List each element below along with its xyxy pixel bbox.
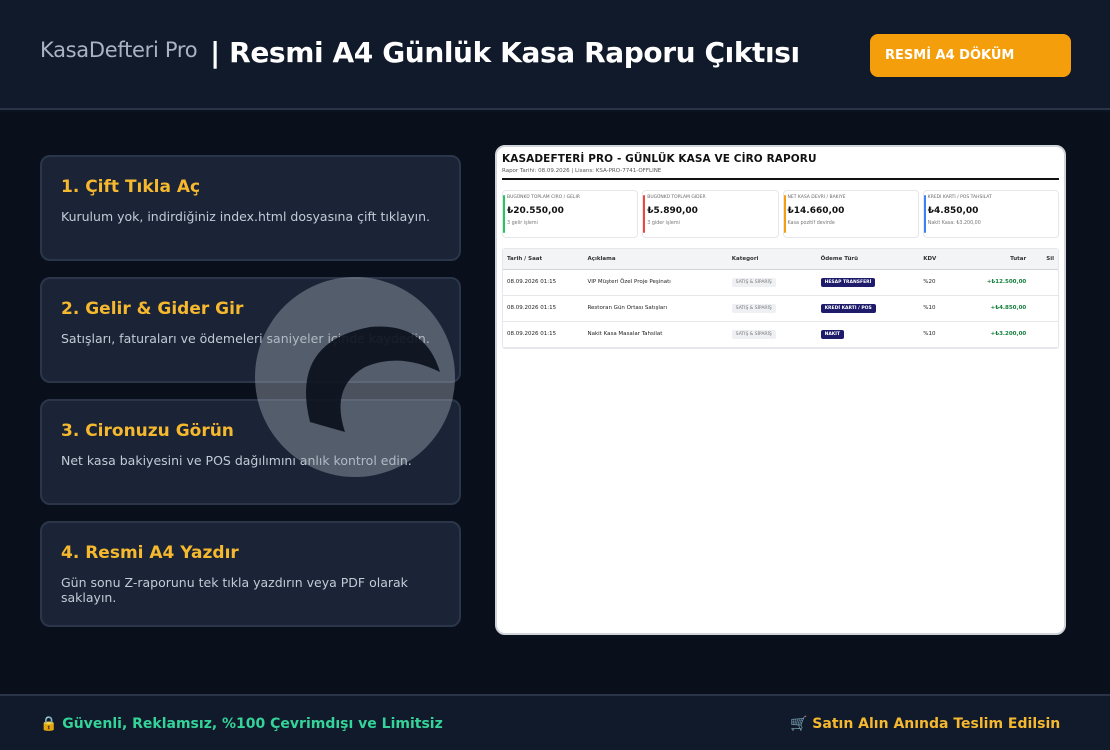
card-note: 3 gider işlemi (647, 220, 680, 226)
card-note: 3 gelir işlemi (507, 220, 538, 226)
column-header-delete: Sil (1030, 248, 1058, 270)
card-value: ₺5.890,00 (647, 205, 698, 216)
step-card-1: 1. Çift Tıkla Aç Kurulum yok, indirdiğin… (40, 155, 461, 261)
step-title: 1. Çift Tıkla Aç (61, 177, 201, 197)
payment-badge: NAKİT (820, 329, 845, 339)
cell-delete[interactable] (1030, 295, 1058, 322)
cell-description: VIP Müşteri Özel Proje Peşinatı (583, 269, 728, 296)
step-description: Gün sonu Z-raporunu tek tıkla yazdırın v… (61, 575, 408, 605)
card-label: Bugünkü Toplam Gider (647, 194, 706, 200)
step-title: 4. Resmi A4 Yazdır (61, 543, 239, 563)
cell-amount: +₺12.500,00 (974, 269, 1031, 296)
category-badge: SATIŞ & SİPARİŞ (731, 277, 776, 287)
card-accent-bar (923, 194, 926, 233)
print-a4-button[interactable]: RESMİ A4 DÖKÜM (870, 34, 1071, 77)
cell-payment: NAKİT (816, 321, 920, 348)
cell-kdv: %10 (919, 295, 975, 322)
cell-category: SATIŞ & SİPARİŞ (727, 269, 817, 296)
report-divider (502, 178, 1059, 180)
column-header-category: Kategori (727, 248, 817, 270)
cell-date: 08.09.2026 01:15 (503, 295, 584, 322)
cell-description: Restoran Gün Ortası Satışları (583, 295, 728, 322)
cell-kdv: %10 (919, 321, 975, 348)
step-card-4: 4. Resmi A4 Yazdır Gün sonu Z-raporunu t… (40, 521, 461, 627)
summary-card-balance: Net Kasa Devri / Bakiye ₺14.660,00 Kasa … (782, 189, 919, 238)
card-value: ₺14.660,00 (787, 205, 845, 216)
report-preview: KASADEFTERİ PRO - GÜNLÜK KASA VE CİRO RA… (495, 145, 1066, 635)
cell-payment: HESAP TRANSFERİ (816, 269, 920, 296)
card-label: Kredi Kartı / POS Tahsilat (927, 194, 992, 200)
step-card-3: 3. Cironuzu Görün Net kasa bakiyesini ve… (40, 399, 461, 505)
summary-card-income: Bugünkü Toplam Ciro / Gelir ₺20.550,00 3… (502, 189, 639, 238)
category-badge: SATIŞ & SİPARİŞ (731, 303, 776, 313)
step-description: Satışları, faturaları ve ödemeleri saniy… (61, 331, 430, 346)
step-title: 3. Cironuzu Görün (61, 421, 234, 441)
step-description: Net kasa bakiyesini ve POS dağılımını an… (61, 453, 412, 468)
footer-security-note: 🔒 Güvenli, Reklamsız, %100 Çevrimdışı ve… (40, 716, 443, 732)
category-badge: SATIŞ & SİPARİŞ (731, 329, 776, 339)
payment-badge: HESAP TRANSFERİ (820, 277, 876, 287)
summary-card-expense: Bugünkü Toplam Gider ₺5.890,00 3 gider i… (642, 189, 779, 238)
step-card-2: 2. Gelir & Gider Gir Satışları, faturala… (40, 277, 461, 383)
cell-category: SATIŞ & SİPARİŞ (727, 321, 817, 348)
card-note: Kasa pozitif devirde (787, 220, 835, 226)
cell-amount: +₺4.850,00 (974, 295, 1031, 322)
table-row: 08.09.2026 01:15 VIP Müşteri Özel Proje … (503, 269, 1058, 296)
app-header: KasaDefteri Pro | Resmi A4 Günlük Kasa R… (0, 0, 1110, 110)
step-title: 2. Gelir & Gider Gir (61, 299, 244, 319)
cell-delete[interactable] (1030, 321, 1058, 348)
report-meta: Rapor Tarihi: 08.09.2026 | Lisans: KSA-P… (502, 168, 662, 174)
column-header-date: Tarih / Saat (503, 248, 584, 270)
cell-amount: +₺3.200,00 (974, 321, 1031, 348)
transactions-table: Tarih / Saat Açıklama Kategori Ödeme Tür… (502, 247, 1059, 349)
app-footer: 🔒 Güvenli, Reklamsız, %100 Çevrimdışı ve… (0, 694, 1110, 750)
summary-card-pos: Kredi Kartı / POS Tahsilat ₺4.850,00 Nak… (922, 189, 1059, 238)
footer-purchase-note: 🛒 Satın Alın Anında Teslim Edilsin (790, 716, 1061, 732)
column-header-payment: Ödeme Türü (816, 248, 920, 270)
cell-payment: KREDİ KARTI / POS (816, 295, 920, 322)
page-title: | Resmi A4 Günlük Kasa Raporu Çıktısı (210, 36, 800, 69)
table-row: 08.09.2026 01:15 Nakit Kasa Masalar Tahs… (503, 321, 1058, 348)
card-accent-bar (783, 194, 786, 233)
table-header-row: Tarih / Saat Açıklama Kategori Ödeme Tür… (503, 248, 1058, 270)
payment-badge: KREDİ KARTI / POS (820, 303, 876, 313)
card-accent-bar (643, 194, 646, 233)
cell-category: SATIŞ & SİPARİŞ (727, 295, 817, 322)
card-label: Net Kasa Devri / Bakiye (787, 194, 846, 200)
column-header-description: Açıklama (583, 248, 728, 270)
step-description: Kurulum yok, indirdiğiniz index.html dos… (61, 209, 431, 224)
brand-logo: KasaDefteri Pro (40, 38, 198, 62)
cell-delete[interactable] (1030, 269, 1058, 296)
cell-description: Nakit Kasa Masalar Tahsilat (583, 321, 728, 348)
card-note: Nakit Kasa: ₺3.200,00 (927, 220, 981, 226)
card-accent-bar (503, 194, 505, 233)
cell-date: 08.09.2026 01:15 (503, 321, 584, 348)
column-header-kdv: KDV (919, 248, 975, 270)
report-title: KASADEFTERİ PRO - GÜNLÜK KASA VE CİRO RA… (502, 153, 817, 165)
cell-kdv: %20 (919, 269, 975, 296)
card-value: ₺20.550,00 (507, 205, 564, 216)
card-value: ₺4.850,00 (927, 205, 979, 216)
summary-cards: Bugünkü Toplam Ciro / Gelir ₺20.550,00 3… (502, 189, 1059, 238)
main-content: 1. Çift Tıkla Aç Kurulum yok, indirdiğin… (0, 112, 1110, 694)
cell-date: 08.09.2026 01:15 (503, 269, 584, 296)
card-label: Bugünkü Toplam Ciro / Gelir (507, 194, 580, 200)
column-header-amount: Tutar (974, 248, 1031, 270)
steps-list: 1. Çift Tıkla Aç Kurulum yok, indirdiğin… (40, 155, 461, 643)
table-row: 08.09.2026 01:15 Restoran Gün Ortası Sat… (503, 295, 1058, 322)
